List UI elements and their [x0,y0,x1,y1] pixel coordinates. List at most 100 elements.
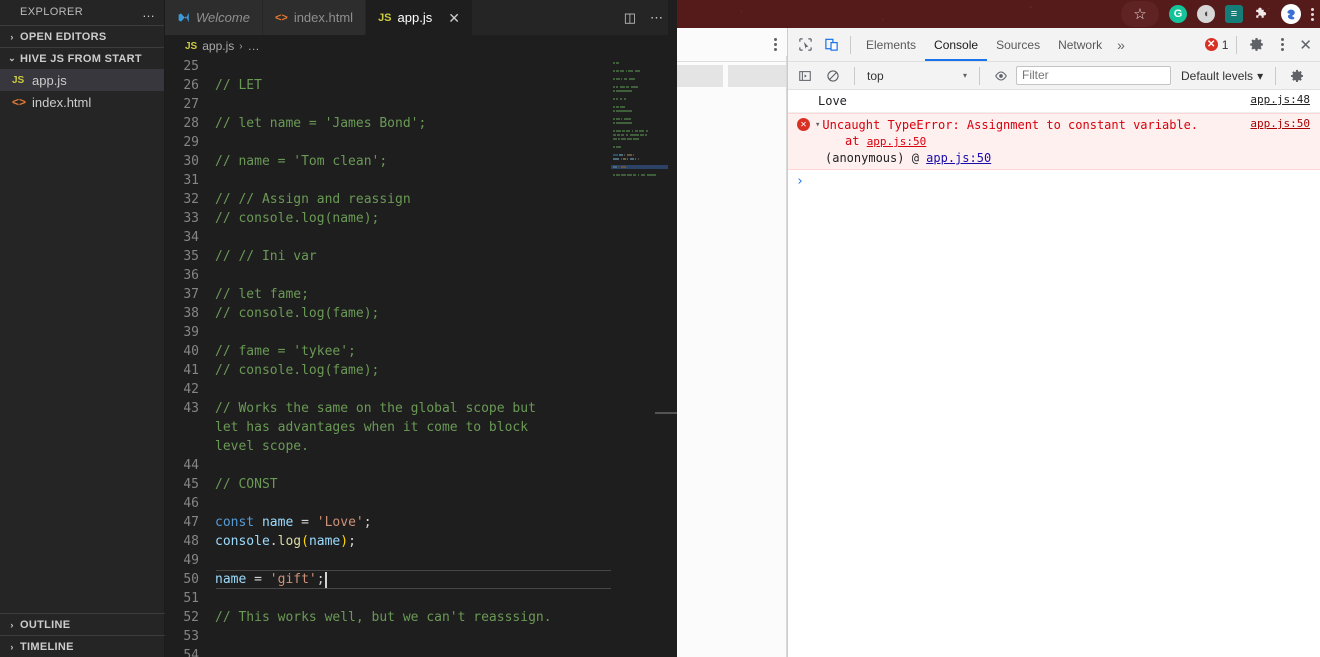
code-line[interactable]: 32 // // Assign and reassign [165,190,608,209]
more-actions-icon[interactable]: ⋯ [650,10,663,26]
breadcrumb-tail[interactable]: … [248,39,260,53]
bookmark-item[interactable] [677,65,723,87]
frame-source-link[interactable]: app.js:50 [926,151,991,165]
code-line[interactable]: 52 // This works well, but we can't reass… [165,608,608,627]
code-line[interactable]: 29 [165,133,608,152]
chrome-menu-icon[interactable] [1311,7,1314,21]
console-log-row[interactable]: Love app.js:48 [788,90,1320,113]
devtools-more-icon[interactable] [1269,32,1295,58]
tab-welcome[interactable]: Welcome [165,0,263,35]
sidebar-file-index-html[interactable]: <> index.html [0,91,164,113]
sidebar-file-app-js[interactable]: JS app.js [0,69,164,91]
line-text[interactable] [215,95,608,114]
line-text[interactable] [215,494,608,513]
code-line[interactable]: 44 [165,456,608,475]
line-text[interactable]: console.log(name); [215,532,608,551]
line-text[interactable]: // console.log(fame); [215,304,608,323]
line-text[interactable] [215,551,608,570]
line-text[interactable] [215,646,608,657]
line-text[interactable] [215,266,608,285]
editor-minimap[interactable] [611,57,669,657]
line-text[interactable] [215,57,608,76]
settings-gear-icon[interactable] [1243,32,1269,58]
line-text[interactable]: // let name = 'James Bond'; [215,114,608,133]
explorer-more-icon[interactable]: … [142,0,156,25]
sidebar-section-timeline[interactable]: › TIMELINE [0,635,165,657]
line-text[interactable]: // LET [215,76,608,95]
code-line[interactable]: 37 // let fame; [165,285,608,304]
grammarly-extension-icon[interactable]: G [1169,5,1187,23]
code-line[interactable]: 50 name = 'gift'; [165,570,677,589]
code-line[interactable]: 43 // Works the same on the global scope … [165,399,608,456]
live-expression-icon[interactable] [988,63,1014,89]
console-source-link[interactable]: app.js:50 [1250,117,1320,130]
tab-sources[interactable]: Sources [987,28,1049,61]
line-text[interactable] [215,133,608,152]
clear-console-icon[interactable] [820,63,846,89]
console-messages[interactable]: Love app.js:48 ✕ ▾ Uncaught TypeError: A… [788,90,1320,657]
tab-elements[interactable]: Elements [857,28,925,61]
code-line[interactable]: 42 [165,380,608,399]
tab-index-html[interactable]: <> index.html [262,0,367,35]
code-line[interactable]: 27 [165,95,608,114]
line-text[interactable] [215,589,608,608]
code-line[interactable]: 47 const name = 'Love'; [165,513,608,532]
code-lines[interactable]: 25 26 // LET 27 28 // let name = 'James Bon… [165,57,677,657]
code-line[interactable]: 46 [165,494,608,513]
line-text[interactable] [215,627,608,646]
line-text[interactable]: // name = 'Tom clean'; [215,152,608,171]
extensions-puzzle-icon[interactable] [1253,5,1271,23]
tab-console[interactable]: Console [925,28,987,61]
bookmark-star-icon[interactable]: ☆ [1121,1,1159,27]
console-source-link[interactable]: app.js:48 [1250,93,1320,106]
line-text[interactable] [215,171,608,190]
line-text[interactable]: // // Ini var [215,247,608,266]
code-line[interactable]: 26 // LET [165,76,608,95]
code-editor[interactable]: 25 26 // LET 27 28 // let name = 'James Bon… [165,57,677,657]
code-line[interactable]: 40 // fame = 'tykee'; [165,342,608,361]
code-line[interactable]: 54 [165,646,608,657]
sidebar-section-hive-js-from-start[interactable]: ⌄ HIVE JS FROM START [0,47,164,69]
line-text[interactable] [215,456,608,475]
code-line[interactable]: 49 [165,551,608,570]
evernote-extension-icon[interactable]: ≡ [1225,5,1243,23]
console-error-row[interactable]: ✕ ▾ Uncaught TypeError: Assignment to co… [788,113,1320,170]
line-text[interactable]: // // Assign and reassign [215,190,608,209]
line-text[interactable]: // Works the same on the global scope bu… [215,399,570,456]
line-text[interactable]: // This works well, but we can't reasssi… [215,608,608,627]
tab-network[interactable]: Network [1049,28,1111,61]
code-line[interactable]: 38 // console.log(fame); [165,304,608,323]
page-kebab-icon[interactable] [774,38,777,51]
code-line[interactable]: 51 [165,589,608,608]
bookmark-item[interactable] [728,65,787,87]
code-line[interactable]: 48 console.log(name); [165,532,608,551]
breadcrumb-file[interactable]: app.js [202,39,234,53]
code-line[interactable]: 41 // console.log(fame); [165,361,608,380]
console-log-levels-select[interactable]: Default levels ▾ [1181,69,1263,83]
stack-source-link[interactable]: app.js:50 [867,135,927,148]
line-text[interactable]: // console.log(fame); [215,361,608,380]
split-editor-icon[interactable]: ◫ [624,10,636,26]
console-prompt[interactable]: › [788,170,1320,192]
code-line[interactable]: 36 [165,266,608,285]
execution-context-select[interactable]: top ▾ [863,69,971,83]
console-filter-input[interactable] [1016,66,1172,85]
code-line[interactable]: 45 // CONST [165,475,608,494]
line-text[interactable]: // CONST [215,475,608,494]
code-line[interactable]: 28 // let name = 'James Bond'; [165,114,608,133]
code-line[interactable]: 35 // // Ini var [165,247,608,266]
line-text[interactable] [215,228,608,247]
code-line[interactable]: 33 // console.log(name); [165,209,608,228]
code-line[interactable]: 53 [165,627,608,646]
sidebar-section-outline[interactable]: › OUTLINE [0,613,165,635]
code-line[interactable]: 31 [165,171,608,190]
code-line[interactable]: 39 [165,323,608,342]
code-line[interactable]: 34 [165,228,608,247]
more-tabs-icon[interactable]: » [1111,37,1131,53]
editor-scrollbar-thumb[interactable] [655,412,677,414]
sidebar-section-open-editors[interactable]: › OPEN EDITORS [0,25,164,47]
expand-triangle-icon[interactable]: ▾ [815,117,820,133]
error-count-badge[interactable]: ✕ 1 [1204,38,1231,52]
dark-reader-extension-icon[interactable]: ◖ [1197,5,1215,23]
console-sidebar-icon[interactable] [792,63,818,89]
